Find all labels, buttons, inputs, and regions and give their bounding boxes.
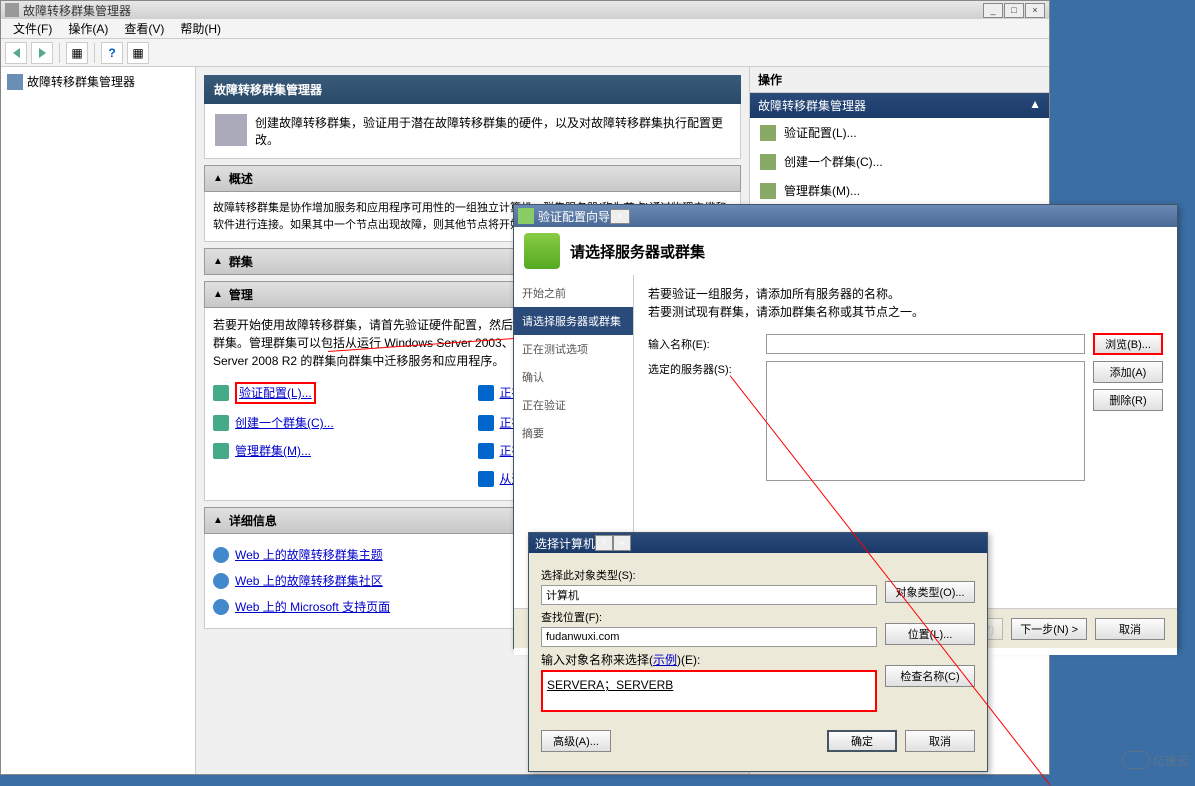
nav-back-button[interactable] — [5, 42, 27, 64]
close-button[interactable]: × — [1025, 3, 1045, 18]
wizard-nav-test-options[interactable]: 正在测试选项 — [514, 335, 633, 363]
action-validate-config[interactable]: 验证配置(L)... — [750, 118, 1049, 147]
select-computer-help-button[interactable]: ? — [595, 535, 613, 551]
create-cluster-icon — [213, 415, 229, 431]
wizard-titlebar: 验证配置向导 × — [514, 205, 1177, 227]
watermark: 亿速云 — [1123, 751, 1189, 769]
globe-icon — [213, 573, 229, 589]
selected-servers-label: 选定的服务器(S): — [648, 361, 758, 377]
wizard-page-icon — [524, 233, 560, 269]
create-icon — [760, 154, 776, 170]
action-manage-cluster[interactable]: 管理群集(M)... — [750, 176, 1049, 205]
validate-icon — [760, 125, 776, 141]
remove-button[interactable]: 删除(R) — [1093, 389, 1163, 411]
add-button[interactable]: 添加(A) — [1093, 361, 1163, 383]
tree-root-item[interactable]: 故障转移群集管理器 — [5, 71, 191, 92]
watermark-logo-icon — [1123, 751, 1149, 769]
wizard-nav-summary[interactable]: 摘要 — [514, 419, 633, 447]
select-computer-cancel-button[interactable]: 取消 — [905, 730, 975, 752]
wizard-instruction-2: 若要测试现有群集，请添加群集名称或其节点之一。 — [648, 303, 1163, 321]
object-type-label: 选择此对象类型(S): — [541, 567, 877, 583]
menu-action[interactable]: 操作(A) — [60, 18, 116, 39]
select-computer-title: 选择计算机 — [535, 535, 595, 552]
validate-icon — [213, 385, 229, 401]
wizard-close-button[interactable]: × — [610, 209, 630, 224]
help-icon — [478, 385, 494, 401]
help-icon-3 — [478, 443, 494, 459]
wizard-nav-before[interactable]: 开始之前 — [514, 279, 633, 307]
location-value: fudanwuxi.com — [541, 627, 877, 647]
window-title: 故障转移群集管理器 — [23, 2, 131, 19]
wizard-nav-select-server[interactable]: 请选择服务器或群集 — [514, 307, 633, 335]
select-computer-close-button[interactable]: × — [613, 535, 631, 551]
menu-view[interactable]: 查看(V) — [116, 18, 172, 39]
select-computer-titlebar: 选择计算机 ? × — [529, 533, 987, 553]
validate-config-link[interactable]: 验证配置(L)... — [235, 382, 316, 404]
content-header: 故障转移群集管理器 — [204, 75, 741, 104]
wizard-nav-validating[interactable]: 正在验证 — [514, 391, 633, 419]
toolbar-btn-1[interactable]: ▦ — [66, 42, 88, 64]
toolbar-btn-2[interactable]: ▦ — [127, 42, 149, 64]
menu-help[interactable]: 帮助(H) — [172, 18, 229, 39]
select-computer-dialog: 选择计算机 ? × 选择此对象类型(S): 计算机 对象类型(O)... 查找位… — [528, 532, 988, 772]
menu-file[interactable]: 文件(F) — [5, 18, 60, 39]
location-label: 查找位置(F): — [541, 609, 877, 625]
web-cluster-community-link[interactable]: Web 上的故障转移群集社区 — [235, 572, 383, 590]
tree-root-label: 故障转移群集管理器 — [27, 73, 135, 90]
wizard-instruction-1: 若要验证一组服务，请添加所有服务器的名称。 — [648, 285, 1163, 303]
wizard-title-text: 验证配置向导 — [538, 208, 610, 225]
titlebar: 故障转移群集管理器 _ □ × — [1, 1, 1049, 19]
action-create-cluster[interactable]: 创建一个群集(C)... — [750, 147, 1049, 176]
manage-cluster-link[interactable]: 管理群集(M)... — [235, 442, 311, 460]
app-icon — [5, 3, 19, 17]
intro-text: 创建故障转移群集，验证用于潜在故障转移群集的硬件，以及对故障转移群集执行配置更改… — [255, 114, 730, 148]
object-names-input[interactable]: SERVERA；SERVERB — [541, 670, 877, 712]
overview-section-header[interactable]: ▲概述 — [204, 165, 741, 192]
help-icon-2 — [478, 415, 494, 431]
maximize-button[interactable]: □ — [1004, 3, 1024, 18]
globe-icon — [213, 599, 229, 615]
help-button[interactable]: ? — [101, 42, 123, 64]
check-names-button[interactable]: 检查名称(C) — [885, 665, 975, 687]
example-link[interactable]: 示例 — [653, 653, 677, 667]
cluster-manager-icon — [7, 74, 23, 90]
next-button[interactable]: 下一步(N) > — [1011, 618, 1087, 640]
toolbar: ▦ ? ▦ — [1, 39, 1049, 67]
minimize-button[interactable]: _ — [983, 3, 1003, 18]
create-cluster-link[interactable]: 创建一个群集(C)... — [235, 414, 334, 432]
actions-header: 操作 — [750, 67, 1049, 93]
menubar: 文件(F) 操作(A) 查看(V) 帮助(H) — [1, 19, 1049, 39]
globe-icon — [213, 547, 229, 563]
actions-section-title[interactable]: 故障转移群集管理器▲ — [750, 93, 1049, 118]
wizard-cancel-button[interactable]: 取消 — [1095, 618, 1165, 640]
help-icon-4 — [478, 471, 494, 487]
server-name-input[interactable] — [766, 334, 1085, 354]
wizard-nav-confirm[interactable]: 确认 — [514, 363, 633, 391]
nav-forward-button[interactable] — [31, 42, 53, 64]
web-cluster-topic-link[interactable]: Web 上的故障转移群集主题 — [235, 546, 383, 564]
manage-cluster-icon — [213, 443, 229, 459]
selected-servers-list[interactable] — [766, 361, 1085, 481]
cluster-icon — [215, 114, 247, 146]
wizard-page-title: 请选择服务器或群集 — [570, 241, 705, 262]
browse-button[interactable]: 浏览(B)... — [1093, 333, 1163, 355]
input-name-label: 输入名称(E): — [648, 336, 758, 352]
manage-icon — [760, 183, 776, 199]
ok-button[interactable]: 确定 — [827, 730, 897, 752]
object-type-value: 计算机 — [541, 585, 877, 605]
advanced-button[interactable]: 高级(A)... — [541, 730, 611, 752]
names-label: 输入对象名称来选择(示例)(E): — [541, 651, 877, 668]
wizard-icon — [518, 208, 534, 224]
tree-pane: 故障转移群集管理器 — [1, 67, 196, 774]
web-ms-support-link[interactable]: Web 上的 Microsoft 支持页面 — [235, 598, 390, 616]
location-button[interactable]: 位置(L)... — [885, 623, 975, 645]
